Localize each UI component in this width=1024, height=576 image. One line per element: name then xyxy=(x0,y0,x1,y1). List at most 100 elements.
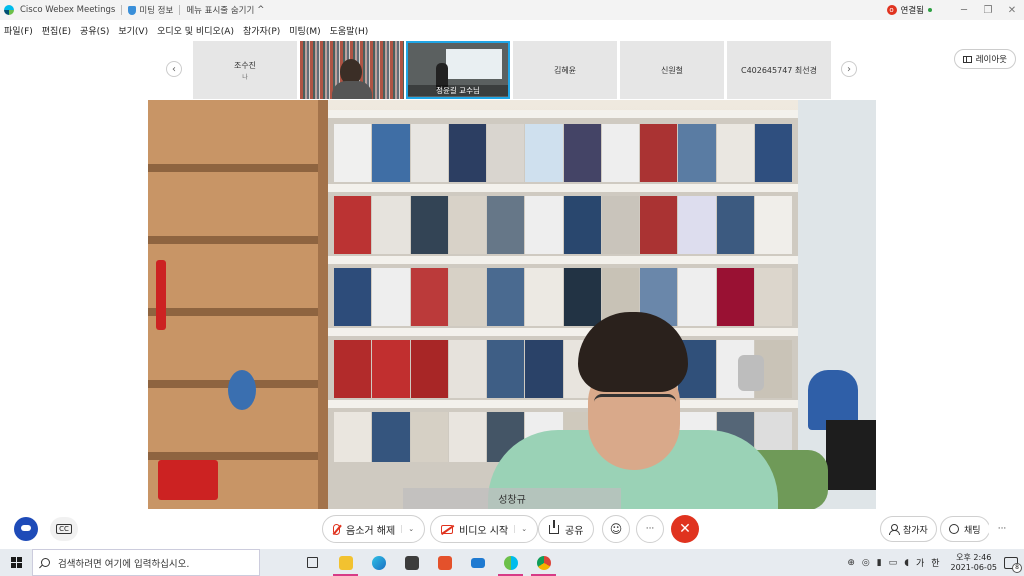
shelf-plank xyxy=(328,328,798,336)
taskbar-clock[interactable]: 오후 2:46 2021-06-05 xyxy=(951,553,998,573)
windows-logo-icon xyxy=(10,557,22,568)
muted-mic-icon xyxy=(333,523,340,535)
webex-taskbar-button[interactable] xyxy=(494,549,527,576)
microphone-tray-icon[interactable]: ▮ xyxy=(877,558,882,568)
start-video-button[interactable]: 비디오 시작 ⌄ xyxy=(430,515,539,543)
chevron-up-icon: ^ xyxy=(257,5,265,15)
mail-button[interactable] xyxy=(461,549,494,576)
share-icon xyxy=(549,519,559,534)
network-tray-icon[interactable]: ⊕ xyxy=(847,558,855,568)
search-icon xyxy=(41,558,50,567)
restore-button[interactable]: ❐ xyxy=(976,0,1000,20)
taskbar-apps xyxy=(296,549,560,576)
meeting-info-button[interactable]: 미팅 정보 xyxy=(128,4,173,16)
video-off-icon xyxy=(441,524,453,534)
helmet-figurine xyxy=(228,370,256,410)
participant-name: 조수진 xyxy=(233,60,257,70)
meeting-control-bar: CC 음소거 해제 ⌄ 비디오 시작 ⌄ 공유 ☺ ··· ✕ 참가자 채팅 ·… xyxy=(0,509,1024,549)
store-button[interactable] xyxy=(395,549,428,576)
leave-meeting-button[interactable]: ✕ xyxy=(671,515,699,543)
participant-body xyxy=(332,81,372,99)
menu-share[interactable]: 공유(S) xyxy=(80,24,109,37)
taskbar-search[interactable]: 검색하려면 여기에 입력하십시오. xyxy=(32,549,260,576)
store-icon xyxy=(404,555,419,570)
webex-assistant-icon[interactable] xyxy=(14,517,38,541)
more-panels-button[interactable]: ··· xyxy=(988,515,1016,543)
hide-menu-button[interactable]: 메뉴 표시줄 숨기기 ^ xyxy=(186,4,264,16)
title-separator xyxy=(179,5,181,15)
mail-icon xyxy=(470,557,485,568)
closed-captions-button[interactable]: CC xyxy=(50,517,78,541)
task-view-button[interactable] xyxy=(296,549,329,576)
shelf-plank xyxy=(328,110,798,118)
reactions-button[interactable]: ☺ xyxy=(602,515,630,543)
layout-button[interactable]: 레이아웃 xyxy=(953,49,1016,69)
user-avatar: o xyxy=(886,5,897,15)
notification-center-icon[interactable]: 8 xyxy=(1004,556,1022,573)
person-icon xyxy=(889,524,900,535)
office-icon xyxy=(437,555,452,570)
participant-tile-video[interactable] xyxy=(300,41,404,99)
menu-file[interactable]: 파일(F) xyxy=(4,24,33,37)
strip-next-button[interactable]: › xyxy=(841,61,857,77)
meeting-info-label: 미팅 정보 xyxy=(139,6,174,16)
title-separator xyxy=(121,5,123,15)
participant-tile-active-speaker[interactable]: 정윤길 교수님 xyxy=(406,41,510,99)
participant-tile[interactable]: 김혜윤 xyxy=(513,41,617,99)
computer-monitor xyxy=(826,420,876,490)
projector-screen xyxy=(446,49,502,79)
active-speaker-name: 성창규 xyxy=(403,488,621,509)
menu-audio-video[interactable]: 오디오 및 비디오(A) xyxy=(157,24,234,37)
video-options-chevron-icon[interactable]: ⌄ xyxy=(514,525,527,533)
figurine xyxy=(156,260,166,330)
office-button[interactable] xyxy=(428,549,461,576)
display-tray-icon[interactable]: ▭ xyxy=(889,558,898,568)
close-window-button[interactable]: ✕ xyxy=(1000,0,1024,20)
minimize-button[interactable]: ─ xyxy=(952,0,976,20)
unmute-button[interactable]: 음소거 해제 ⌄ xyxy=(322,515,426,543)
hide-menu-label: 메뉴 표시줄 숨기기 xyxy=(186,6,255,16)
clock-date: 2021-06-05 xyxy=(950,562,998,572)
participants-panel-button[interactable]: 참가자 xyxy=(880,516,937,542)
participant-tile-self[interactable]: 조수진 나 xyxy=(193,41,297,99)
audio-options-chevron-icon[interactable]: ⌄ xyxy=(401,525,414,533)
volume-tray-icon[interactable]: ◖ xyxy=(904,558,909,568)
menu-help[interactable]: 도움말(H) xyxy=(330,24,369,37)
connected-dot-icon xyxy=(928,8,932,12)
ime-mode-indicator[interactable]: 한 xyxy=(931,556,939,569)
share-button[interactable]: 공유 xyxy=(538,515,595,543)
notification-count-badge: 8 xyxy=(1012,562,1022,573)
strip-prev-button[interactable]: ‹ xyxy=(166,61,182,77)
participant-strip: ‹ 조수진 나 정윤길 교수님 김혜윤 신원철 C402645747 최선경 ›… xyxy=(0,40,1024,100)
participants-label: 참가자 xyxy=(903,525,928,536)
edge-button[interactable] xyxy=(362,549,395,576)
chat-panel-button[interactable]: 채팅 xyxy=(940,516,990,542)
file-explorer-button[interactable] xyxy=(329,549,362,576)
clock-time: 오후 2:46 xyxy=(956,552,992,562)
main-video-stage[interactable]: 성창규 xyxy=(148,100,876,509)
menu-meeting[interactable]: 미팅(M) xyxy=(289,24,320,37)
chrome-button[interactable] xyxy=(527,549,560,576)
task-view-icon xyxy=(307,557,318,568)
menu-edit[interactable]: 편집(E) xyxy=(42,24,71,37)
ime-language-indicator[interactable]: 가 xyxy=(916,556,924,569)
menu-participants[interactable]: 참가자(P) xyxy=(243,24,280,37)
participant-tile[interactable]: C402645747 최선경 xyxy=(727,41,831,99)
search-placeholder: 검색하려면 여기에 입력하십시오. xyxy=(58,558,190,570)
menu-view[interactable]: 보기(V) xyxy=(118,24,148,37)
start-button[interactable] xyxy=(0,549,32,576)
layout-icon xyxy=(962,55,972,63)
menu-bar: 파일(F) 편집(E) 공유(S) 보기(V) 오디오 및 비디오(A) 참가자… xyxy=(0,20,1024,40)
webex-icon xyxy=(503,555,518,570)
participant-tile[interactable]: 신원철 xyxy=(620,41,724,99)
webex-tray-icon[interactable]: ◎ xyxy=(862,558,870,568)
layout-label: 레이아웃 xyxy=(975,55,1007,65)
book-row xyxy=(334,268,792,326)
more-options-button[interactable]: ··· xyxy=(636,515,664,543)
system-tray: ⊕ ◎ ▮ ▭ ◖ 가 한 오후 2:46 2021-06-05 8 xyxy=(847,549,1024,576)
connection-status[interactable]: o 연결됨 xyxy=(886,4,932,16)
figure-shelf xyxy=(148,100,328,509)
book-row xyxy=(334,124,792,182)
webex-logo-icon xyxy=(4,5,14,15)
folder-icon xyxy=(338,555,353,570)
